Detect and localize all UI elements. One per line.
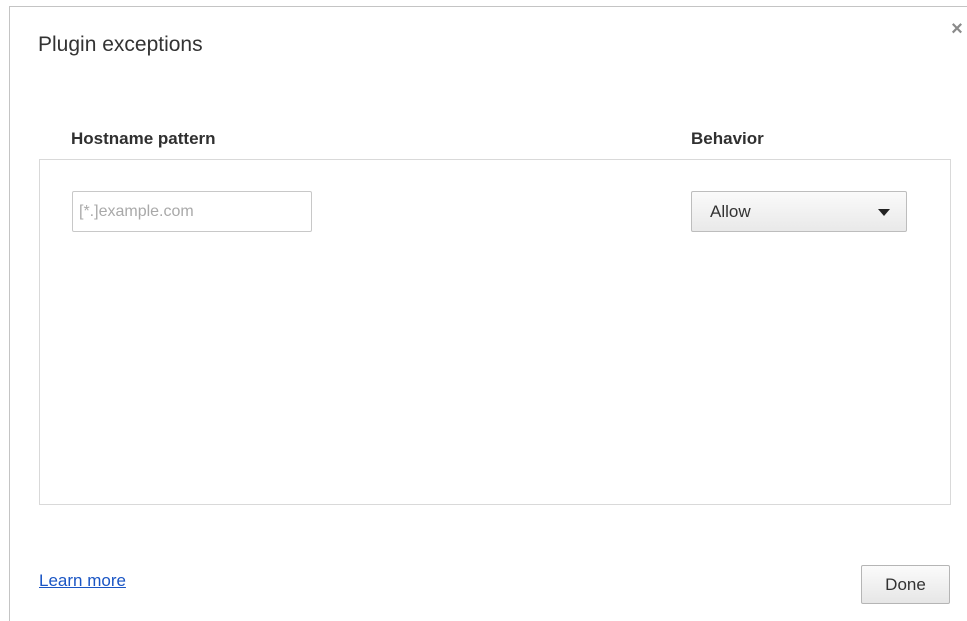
behavior-column-header: Behavior [691,129,764,148]
close-icon[interactable]: × [948,19,966,39]
done-button[interactable]: Done [861,565,950,604]
dialog-title: Plugin exceptions [38,33,203,56]
learn-more-link[interactable]: Learn more [39,571,126,591]
behavior-select[interactable]: Allow [691,191,907,232]
behavior-selected-value: Allow [710,202,751,221]
hostname-column-header: Hostname pattern [71,129,216,148]
chevron-down-icon [878,209,890,216]
hostname-pattern-input[interactable] [72,191,312,232]
